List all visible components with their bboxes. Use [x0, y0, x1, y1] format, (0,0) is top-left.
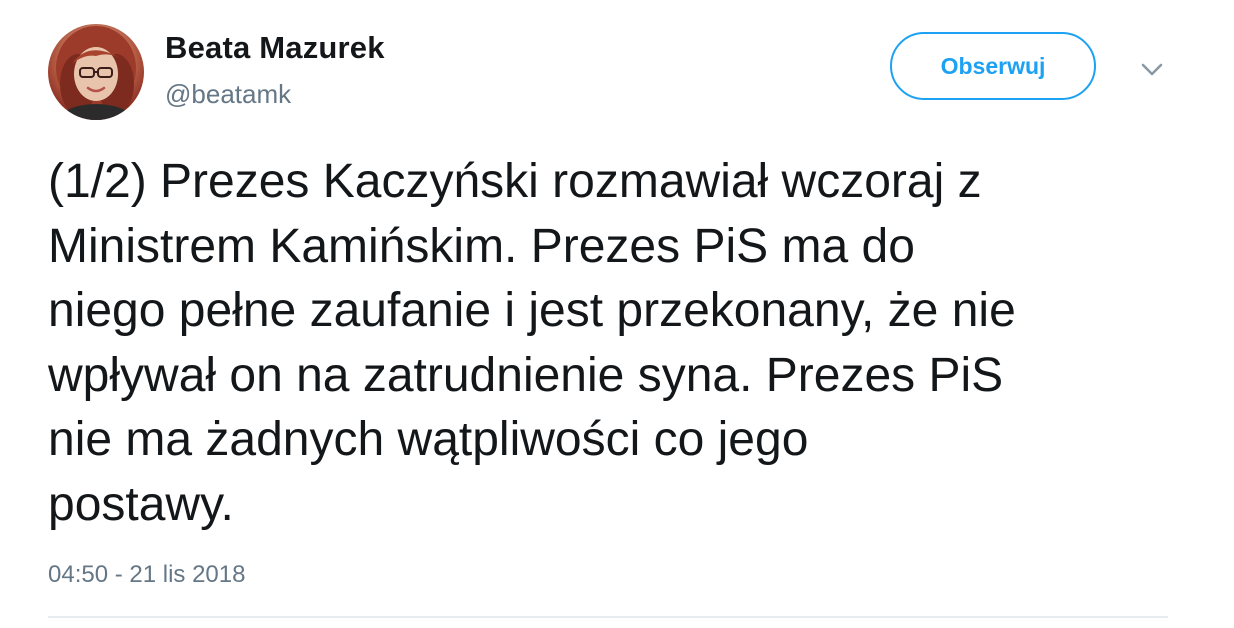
divider [48, 616, 1168, 618]
avatar-photo [56, 26, 136, 120]
author-handle[interactable]: @beatamk [165, 79, 291, 110]
tweet-timestamp[interactable]: 04:50 - 21 lis 2018 [48, 561, 245, 589]
chevron-down-icon[interactable] [1140, 62, 1164, 78]
tweet-text: (1/2) Prezes Kaczyński rozmawiał wczoraj… [48, 155, 1016, 531]
avatar[interactable] [48, 24, 144, 120]
author-display-name[interactable]: Beata Mazurek [165, 30, 385, 66]
follow-button[interactable]: Obserwuj [890, 32, 1096, 100]
